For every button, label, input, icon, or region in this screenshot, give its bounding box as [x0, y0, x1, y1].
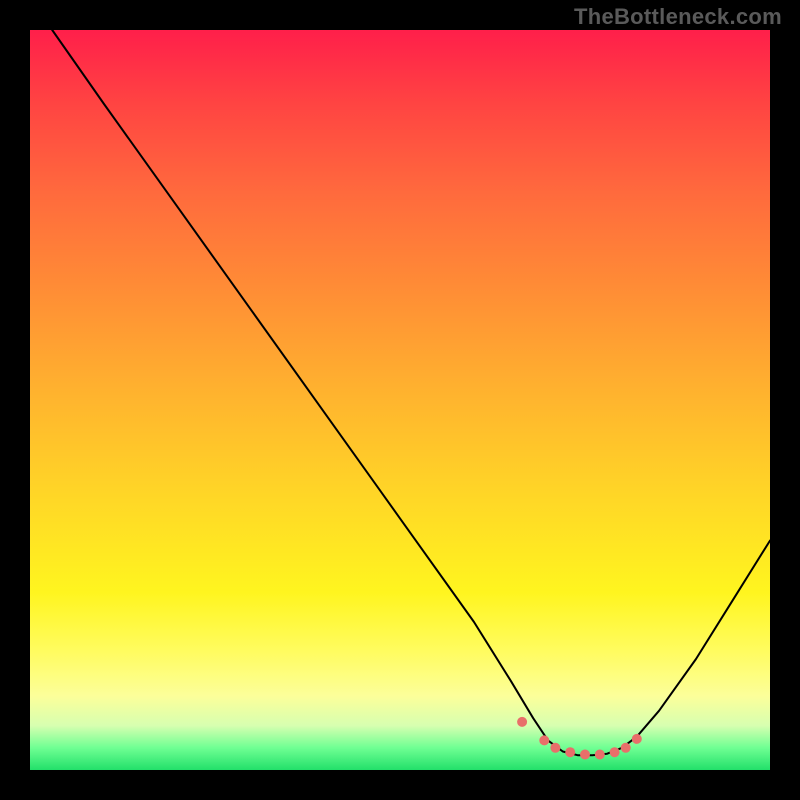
marker-dot [580, 750, 590, 760]
plot-area [30, 30, 770, 770]
marker-dot [517, 717, 527, 727]
marker-dot [539, 735, 549, 745]
watermark-text: TheBottleneck.com [574, 4, 782, 30]
marker-layer [30, 30, 770, 770]
marker-dot [621, 743, 631, 753]
marker-dot [595, 750, 605, 760]
chart-frame: TheBottleneck.com [0, 0, 800, 800]
marker-dot [550, 743, 560, 753]
marker-dot [632, 734, 642, 744]
marker-dot [610, 747, 620, 757]
marker-group [517, 717, 642, 760]
marker-dot [565, 747, 575, 757]
